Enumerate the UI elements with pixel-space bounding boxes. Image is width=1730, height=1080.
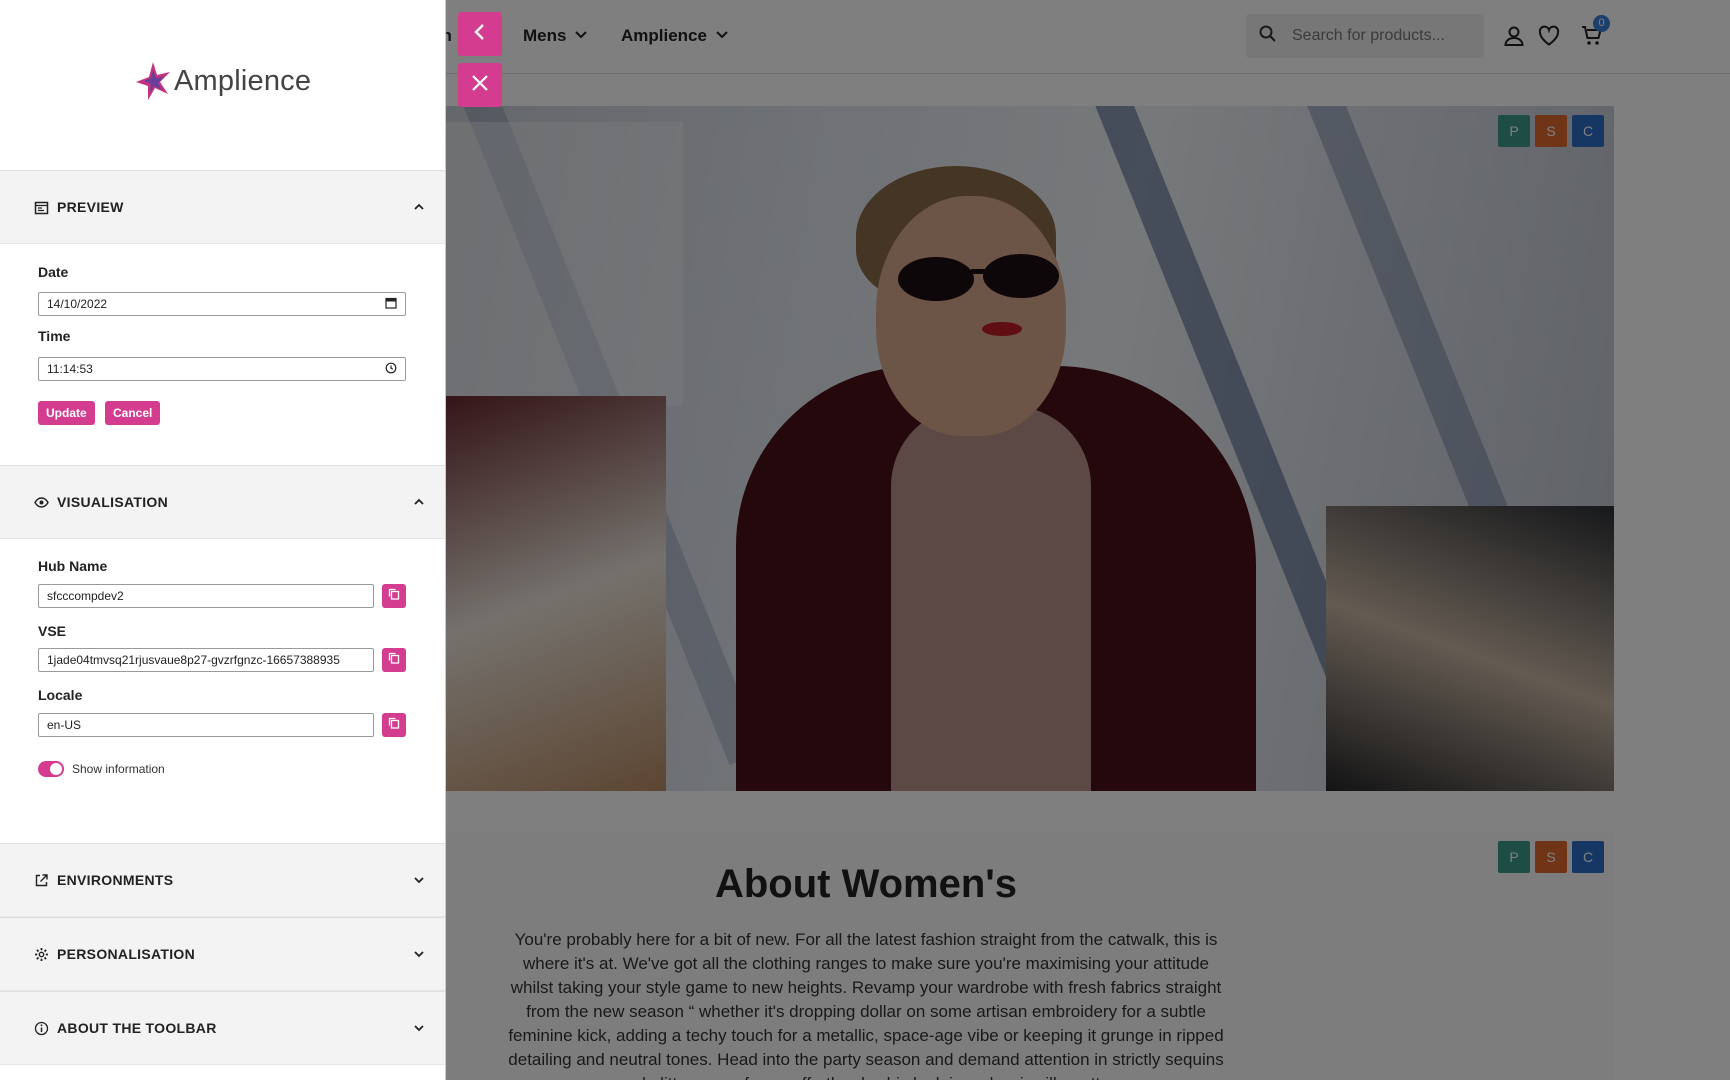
hub-name-input[interactable]: sfcccompdev2 bbox=[38, 584, 374, 608]
section-title: ABOUT THE TOOLBAR bbox=[57, 1020, 217, 1036]
external-link-icon bbox=[34, 873, 49, 888]
copy-icon bbox=[388, 651, 400, 669]
hub-name-label: Hub Name bbox=[38, 558, 108, 574]
personalisation-section-header[interactable]: PERSONALISATION bbox=[0, 917, 445, 991]
copy-icon bbox=[388, 716, 400, 734]
copy-icon bbox=[388, 587, 400, 605]
time-value: 11:14:53 bbox=[47, 362, 93, 376]
time-input[interactable]: 11:14:53 bbox=[38, 357, 406, 381]
date-input[interactable]: 14/10/2022 bbox=[38, 292, 406, 316]
calendar-icon bbox=[34, 200, 49, 215]
section-title: VISUALISATION bbox=[57, 494, 168, 510]
amplience-star-icon bbox=[136, 62, 170, 100]
copy-hub-name-button[interactable] bbox=[382, 584, 406, 608]
chevron-up-icon bbox=[414, 203, 424, 210]
clock-icon[interactable] bbox=[385, 362, 397, 377]
environments-section-header[interactable]: ENVIRONMENTS bbox=[0, 843, 445, 917]
amplience-toolbar-panel: Amplience PREVIEW Date 14/10/2022 Time 1… bbox=[0, 0, 446, 1080]
locale-value: en-US bbox=[47, 718, 82, 732]
chevron-left-icon bbox=[469, 21, 491, 48]
amplience-logo: Amplience bbox=[134, 60, 311, 102]
locale-label: Locale bbox=[38, 687, 83, 703]
info-icon bbox=[34, 1021, 49, 1036]
section-title: PREVIEW bbox=[57, 199, 124, 215]
calendar-icon[interactable] bbox=[385, 297, 397, 312]
time-label: Time bbox=[38, 328, 71, 344]
chevron-up-icon bbox=[414, 498, 424, 505]
hub-name-value: sfcccompdev2 bbox=[47, 589, 124, 603]
collapse-toolbar-button[interactable] bbox=[458, 12, 502, 56]
section-title: ENVIRONMENTS bbox=[57, 872, 174, 888]
eye-icon bbox=[34, 495, 49, 510]
visualisation-section-header[interactable]: VISUALISATION bbox=[0, 465, 445, 539]
date-value: 14/10/2022 bbox=[47, 297, 108, 311]
vse-value: 1jade04tmvsq21rjusvaue8p27-gvzrfgnzc-166… bbox=[47, 653, 340, 667]
vse-label: VSE bbox=[38, 623, 67, 639]
preview-section-header[interactable]: PREVIEW bbox=[0, 170, 445, 244]
show-information-label: Show information bbox=[72, 762, 165, 776]
locale-input[interactable]: en-US bbox=[38, 713, 374, 737]
show-information-toggle[interactable] bbox=[38, 761, 64, 777]
update-button[interactable]: Update bbox=[38, 401, 95, 425]
copy-locale-button[interactable] bbox=[382, 713, 406, 737]
chevron-down-icon bbox=[414, 951, 424, 958]
chevron-down-icon bbox=[414, 1025, 424, 1032]
about-toolbar-section-header[interactable]: ABOUT THE TOOLBAR bbox=[0, 991, 445, 1065]
close-icon bbox=[469, 72, 491, 99]
close-toolbar-button[interactable] bbox=[458, 63, 502, 107]
gear-icon bbox=[34, 947, 49, 962]
cancel-button[interactable]: Cancel bbox=[105, 401, 161, 425]
date-label: Date bbox=[38, 264, 69, 280]
copy-vse-button[interactable] bbox=[382, 648, 406, 672]
vse-input[interactable]: 1jade04tmvsq21rjusvaue8p27-gvzrfgnzc-166… bbox=[38, 648, 374, 672]
logo-text: Amplience bbox=[174, 64, 312, 97]
section-title: PERSONALISATION bbox=[57, 946, 196, 962]
chevron-down-icon bbox=[414, 877, 424, 884]
